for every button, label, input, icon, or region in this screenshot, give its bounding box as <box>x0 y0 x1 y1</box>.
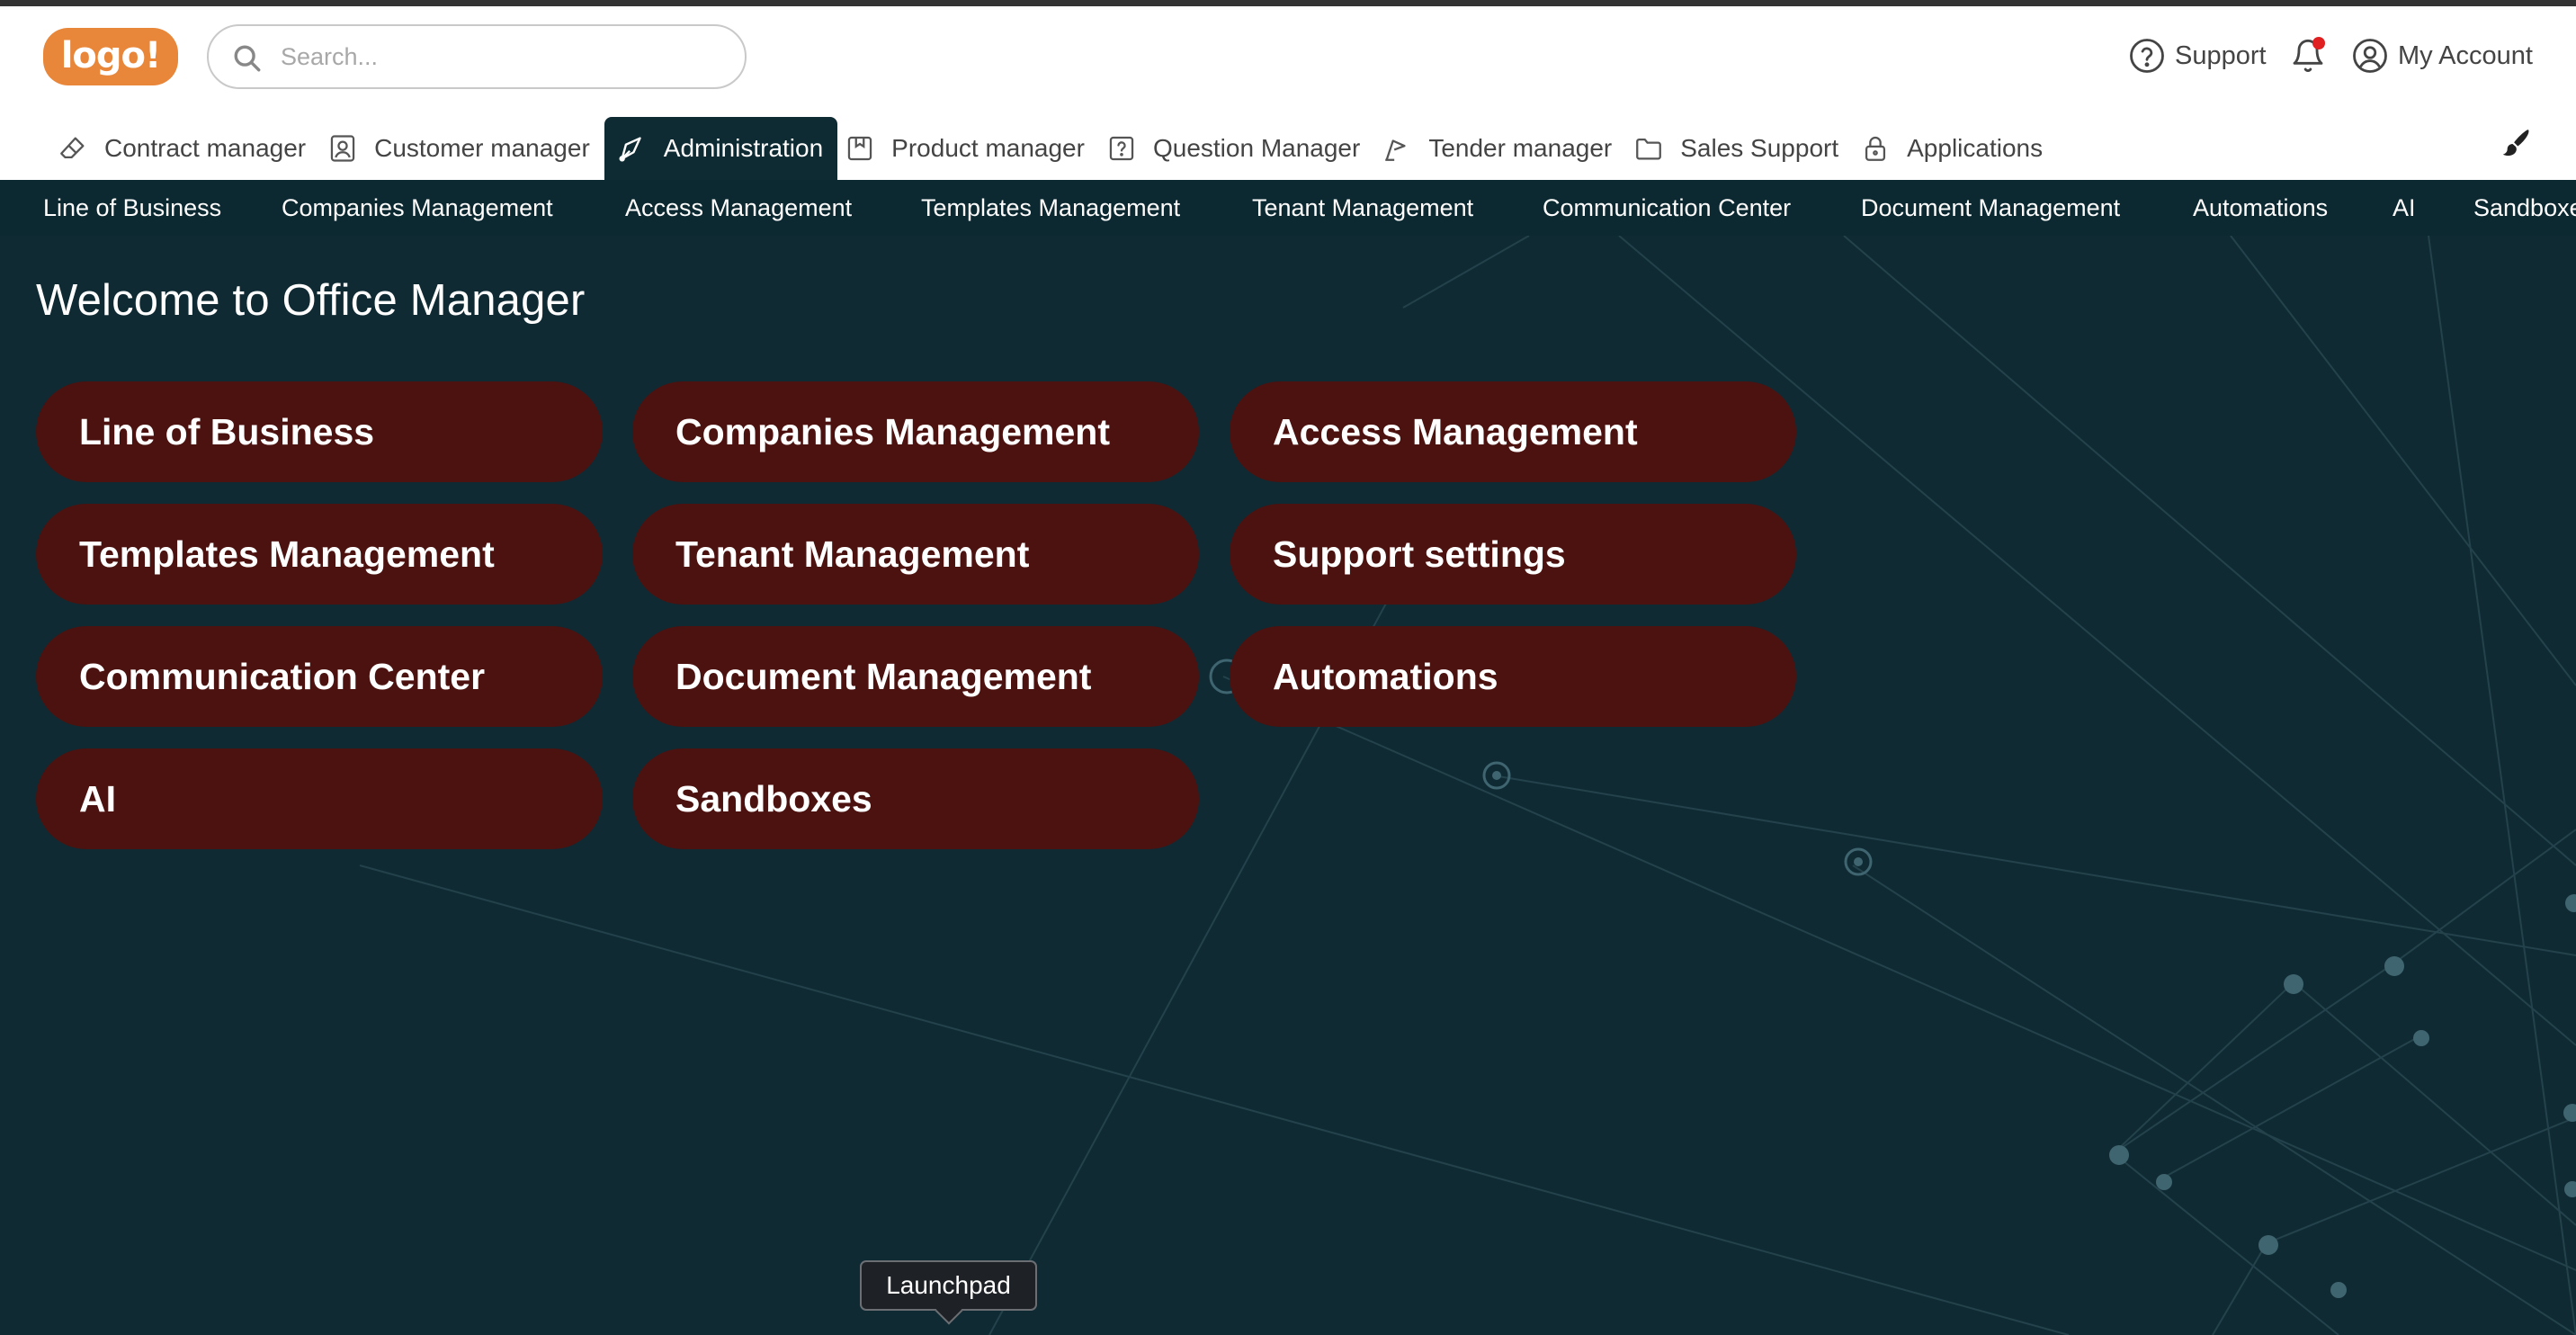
my-account-label: My Account <box>2398 40 2533 70</box>
lock-icon <box>1865 136 1886 161</box>
tile-communication-center[interactable]: Communication Center <box>36 626 603 727</box>
eraser-icon <box>60 137 85 159</box>
paint-brush-icon[interactable] <box>2497 126 2533 162</box>
tab-label: Tender manager <box>1428 134 1613 162</box>
tile-templates-management[interactable]: Templates Management <box>36 504 603 605</box>
notifications-button[interactable] <box>2290 35 2328 76</box>
tile-support-settings[interactable]: Support settings <box>1230 504 1796 605</box>
launchpad-area: Welcome to Office Manager Line of Busine… <box>0 236 2576 1335</box>
subnav-line-of-business[interactable]: Line of Business <box>43 180 221 236</box>
help-circle-icon <box>2130 39 2164 73</box>
page-title: Welcome to Office Manager <box>36 276 586 325</box>
folder-icon <box>1636 138 1662 160</box>
user-circle-icon <box>2353 39 2387 73</box>
search-input[interactable] <box>281 39 712 75</box>
tile-document-management[interactable]: Document Management <box>632 626 1199 727</box>
tab-label: Administration <box>663 134 824 162</box>
subnav-ai[interactable]: AI <box>2393 180 2416 236</box>
admin-subnav: Line of Business Companies Management Ac… <box>0 180 2576 236</box>
tile-tenant-management[interactable]: Tenant Management <box>632 504 1199 605</box>
subnav-tenant-management[interactable]: Tenant Management <box>1252 180 1473 236</box>
subnav-templates-management[interactable]: Templates Management <box>921 180 1180 236</box>
user-card-icon <box>330 135 355 162</box>
bookmark-box-icon <box>847 136 872 161</box>
my-account-link[interactable]: My Account <box>2351 35 2533 76</box>
tab-label: Contract manager <box>104 134 307 162</box>
tab-label: Question Manager <box>1152 134 1361 162</box>
subnav-sandboxes[interactable]: Sandboxes <box>2473 180 2576 236</box>
subnav-document-management[interactable]: Document Management <box>1861 180 2120 236</box>
tooltip-text: Launchpad <box>886 1271 1011 1299</box>
subnav-communication-center[interactable]: Communication Center <box>1543 180 1791 236</box>
tab-label: Customer manager <box>374 134 590 162</box>
tab-label: Sales Support <box>1680 134 1839 162</box>
tab-sales-support[interactable]: Sales Support <box>1626 117 1853 180</box>
notification-badge <box>2312 37 2325 49</box>
window-top-border <box>0 0 2576 6</box>
tab-contract-manager[interactable]: Contract manager <box>50 117 320 180</box>
tile-line-of-business[interactable]: Line of Business <box>36 381 603 482</box>
tab-question-manager[interactable]: Question Manager <box>1099 117 1374 180</box>
tab-administration[interactable]: Administration <box>604 117 838 180</box>
search-box[interactable] <box>207 24 747 89</box>
pen-tool-icon <box>619 137 641 162</box>
subnav-access-management[interactable]: Access Management <box>625 180 852 236</box>
tile-automations[interactable]: Automations <box>1230 626 1796 727</box>
tab-customer-manager[interactable]: Customer manager <box>320 117 604 180</box>
tile-access-management[interactable]: Access Management <box>1230 381 1796 482</box>
search-icon <box>234 45 261 72</box>
main-nav-tabs: Contract manager Customer manager Admini… <box>50 117 2057 180</box>
gavel-icon <box>1385 139 1406 161</box>
tile-ai[interactable]: AI <box>36 748 603 849</box>
launchpad-tooltip: Launchpad <box>860 1260 1037 1325</box>
tab-label: Applications <box>1907 134 2044 162</box>
support-label: Support <box>2175 40 2267 70</box>
brand-logo[interactable]: logo! <box>43 28 178 85</box>
support-link[interactable]: Support <box>2128 35 2267 76</box>
subnav-companies-management[interactable]: Companies Management <box>282 180 553 236</box>
tile-sandboxes[interactable]: Sandboxes <box>632 748 1199 849</box>
subnav-automations[interactable]: Automations <box>2193 180 2328 236</box>
tile-companies-management[interactable]: Companies Management <box>632 381 1199 482</box>
tab-product-manager[interactable]: Product manager <box>837 117 1099 180</box>
top-header: logo! Support My Account <box>0 6 2576 112</box>
question-box-icon <box>1109 136 1134 161</box>
tab-label: Product manager <box>891 134 1085 162</box>
tab-tender-manager[interactable]: Tender manager <box>1374 117 1626 180</box>
tab-applications[interactable]: Applications <box>1853 117 2057 180</box>
